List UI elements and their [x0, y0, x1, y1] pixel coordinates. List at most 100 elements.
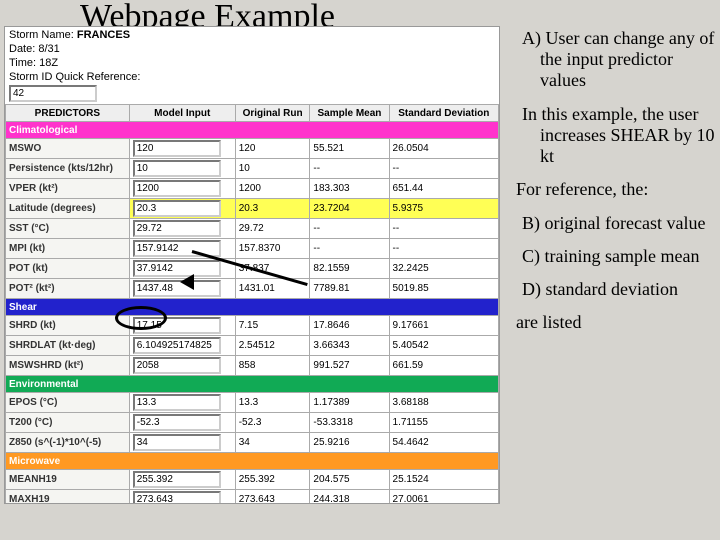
time-label: Time: [9, 57, 36, 69]
predictor-value: 255.392 [235, 470, 310, 490]
time-value: 18Z [39, 57, 58, 69]
storm-name-label: Storm Name: [9, 29, 74, 41]
table-row: EPOS (°C)13.31.173893.68188 [6, 393, 499, 413]
predictor-value: 3.68188 [389, 393, 498, 413]
predictor-input[interactable] [133, 260, 221, 277]
predictor-name: MAXH19 [6, 490, 130, 505]
predictor-value: 120 [235, 139, 310, 159]
predictor-value: 204.575 [310, 470, 389, 490]
predictor-value: 54.4642 [389, 433, 498, 453]
predictor-value: 29.72 [235, 219, 310, 239]
predictor-value: 858 [235, 356, 310, 376]
bullet-listed: are listed [508, 312, 716, 333]
col-std-dev: Standard Deviation [389, 105, 498, 122]
predictor-name: MSWSHRD (kt²) [6, 356, 130, 376]
table-row: SHRDLAT (kt·deg) 2.545123.663435.40542 [6, 336, 499, 356]
predictor-input[interactable] [133, 434, 221, 451]
predictor-value: 651.44 [389, 179, 498, 199]
predictor-input[interactable] [133, 471, 221, 488]
predictor-value: -- [310, 239, 389, 259]
table-row: POT² (kt²)1431.017789.815019.85 [6, 279, 499, 299]
predictor-value: 17.8646 [310, 316, 389, 336]
table-header-row: PREDICTORS Model Input Original Run Samp… [6, 105, 499, 122]
bullet-c: C) training sample mean [508, 246, 716, 267]
webpage-screenshot: Storm Name: FRANCES Date: 8/31 Time: 18Z… [4, 26, 500, 504]
predictor-value: 2.54512 [235, 336, 310, 356]
predictor-name: VPER (kt²) [6, 179, 130, 199]
predictor-value: -- [389, 239, 498, 259]
predictor-name: MPI (kt) [6, 239, 130, 259]
table-row: MAXH19 273.643244.31827.0061 [6, 490, 499, 505]
slide-panel: Webpage Example A B C D Storm Name: FRAN… [0, 0, 720, 540]
bullet-ref: For reference, the: [508, 179, 716, 200]
predictor-name: Z850 (s^(-1)*10^(-5) [6, 433, 130, 453]
predictor-value: 5.9375 [389, 199, 498, 219]
predictor-value: 244.318 [310, 490, 389, 505]
predictor-name: SST (°C) [6, 219, 130, 239]
predictor-input[interactable] [133, 394, 221, 411]
section-env: Environmental [6, 376, 499, 393]
predictor-value: 25.1524 [389, 470, 498, 490]
predictor-value: 1200 [235, 179, 310, 199]
predictor-value: -- [389, 219, 498, 239]
table-row: MSWO12055.52126.0504 [6, 139, 499, 159]
predictor-name: Latitude (degrees) [6, 199, 130, 219]
col-predictors: PREDICTORS [6, 105, 130, 122]
predictor-value: 3.66343 [310, 336, 389, 356]
explanation-panel: A) User can change any of the input pred… [500, 22, 718, 522]
highlight-circle-icon [115, 306, 167, 330]
date-label: Date: [9, 43, 35, 55]
table-row: MEANH19 255.392204.57525.1524 [6, 470, 499, 490]
table-row: MPI (kt)157.8370---- [6, 239, 499, 259]
predictor-input[interactable] [133, 160, 221, 177]
arrow-head-icon [180, 274, 194, 290]
predictor-value: 273.643 [235, 490, 310, 505]
predictor-value: 9.17661 [389, 316, 498, 336]
predictor-name: SHRDLAT (kt·deg) [6, 336, 130, 356]
predictor-value: 25.9216 [310, 433, 389, 453]
predictor-value: 20.3 [235, 199, 310, 219]
predictor-value: 27.0061 [389, 490, 498, 505]
col-model-input: Model Input [129, 105, 235, 122]
predictor-input[interactable] [133, 337, 221, 354]
predictor-value: 32.2425 [389, 259, 498, 279]
date-value: 8/31 [38, 43, 59, 55]
table-row: VPER (kt²)1200183.303651.44 [6, 179, 499, 199]
predictor-value: 34 [235, 433, 310, 453]
predictor-value: -- [310, 219, 389, 239]
predictor-name: Persistence (kts/12hr) [6, 159, 130, 179]
predictor-input[interactable] [133, 220, 221, 237]
section-micro: Microwave [6, 453, 499, 470]
table-row: SST (°C)29.72---- [6, 219, 499, 239]
col-original-run: Original Run [235, 105, 310, 122]
predictor-input[interactable] [133, 491, 221, 504]
section-shear: Shear [6, 299, 499, 316]
stormid-label: Storm ID Quick Reference: [9, 71, 140, 83]
predictor-input[interactable] [133, 414, 221, 431]
table-row: SHRD (kt)7.1517.86469.17661 [6, 316, 499, 336]
predictor-input[interactable] [133, 280, 221, 297]
predictor-input[interactable] [133, 180, 221, 197]
bullet-a: A) User can change any of the input pred… [508, 28, 716, 92]
predictor-value: 10 [235, 159, 310, 179]
predictor-table: PREDICTORS Model Input Original Run Samp… [5, 104, 499, 504]
predictor-name: MSWO [6, 139, 130, 159]
predictor-name: MEANH19 [6, 470, 130, 490]
predictor-value: 5.40542 [389, 336, 498, 356]
predictor-value: 82.1559 [310, 259, 389, 279]
table-row: Z850 (s^(-1)*10^(-5) 3425.921654.4642 [6, 433, 499, 453]
predictor-value: 55.521 [310, 139, 389, 159]
predictor-input[interactable] [133, 140, 221, 157]
predictor-value: -- [389, 159, 498, 179]
table-row: Persistence (kts/12hr)10---- [6, 159, 499, 179]
predictor-name: EPOS (°C) [6, 393, 130, 413]
stormid-input[interactable] [9, 85, 97, 102]
predictor-value: 7.15 [235, 316, 310, 336]
predictor-input[interactable] [133, 357, 221, 374]
predictor-value: -53.3318 [310, 413, 389, 433]
section-climatological: Climatological [6, 122, 499, 139]
table-row: MSWSHRD (kt²)858991.527661.59 [6, 356, 499, 376]
predictor-value: 157.8370 [235, 239, 310, 259]
predictor-input[interactable] [133, 200, 221, 217]
bullet-example: In this example, the user increases SHEA… [508, 104, 716, 168]
